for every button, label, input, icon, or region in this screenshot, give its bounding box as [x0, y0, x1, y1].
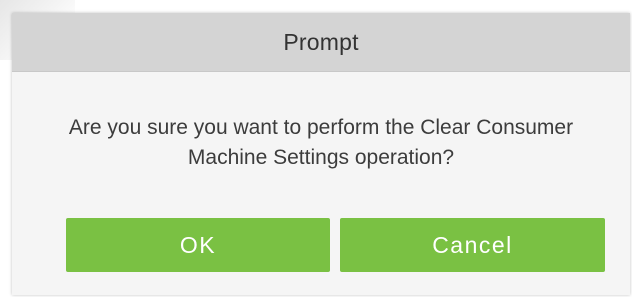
ok-button[interactable]: OK [66, 218, 330, 272]
dialog-message: Are you sure you want to perform the Cle… [68, 116, 574, 169]
dialog-header: Prompt [12, 13, 630, 72]
dialog-footer: OK Cancel [12, 218, 630, 272]
dialog-title: Prompt [283, 28, 359, 55]
cancel-button[interactable]: Cancel [340, 218, 605, 272]
dialog-body: Are you sure you want to perform the Cle… [12, 113, 630, 173]
prompt-dialog: Prompt Are you sure you want to perform … [12, 13, 630, 295]
